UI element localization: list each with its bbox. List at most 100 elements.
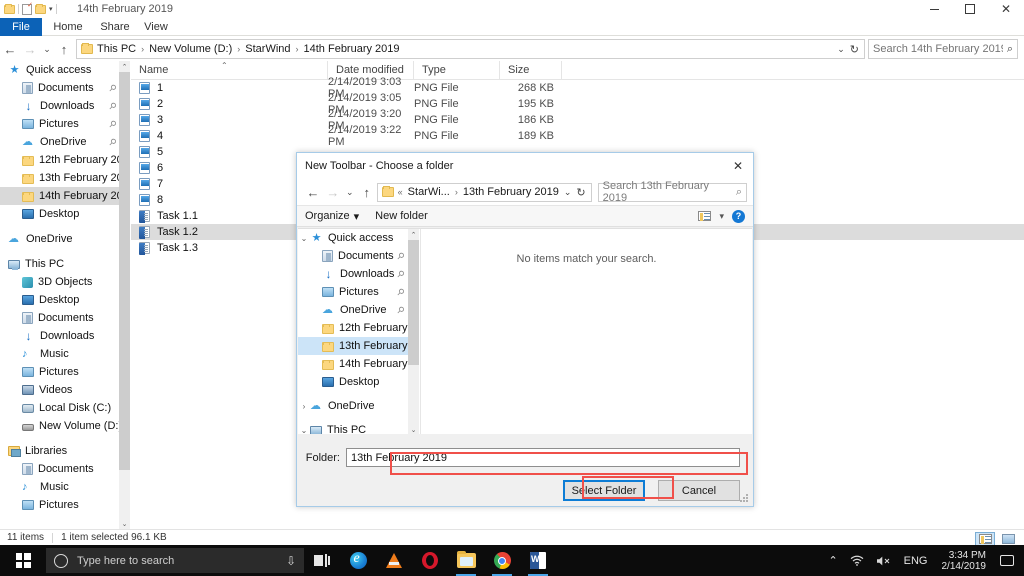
- help-icon[interactable]: ?: [732, 209, 745, 223]
- dialog-address-bar[interactable]: « StarWi... › 13th February 2019 ⌄ ↻: [376, 182, 592, 202]
- select-folder-button[interactable]: Select Folder: [563, 480, 645, 501]
- organize-button[interactable]: Organize ▾: [305, 210, 375, 223]
- dialog-recent-button[interactable]: ⌄: [343, 181, 357, 203]
- scrollbar-thumb[interactable]: [408, 240, 419, 365]
- scroll-up-icon[interactable]: ⌃: [119, 61, 130, 72]
- sidebar-item-downloads[interactable]: ↓ Downloads ⚲: [0, 97, 130, 115]
- scroll-down-icon[interactable]: ⌄: [119, 518, 130, 529]
- folder-icon[interactable]: [4, 3, 15, 14]
- column-header-name[interactable]: Name: [131, 60, 328, 80]
- resize-grip[interactable]: [740, 494, 749, 503]
- dialog-tree-item-desktop[interactable]: Desktop: [298, 373, 408, 391]
- dialog-address-dropdown-icon[interactable]: ⌄: [559, 187, 577, 198]
- breadcrumb-new-volume[interactable]: New Volume (D:): [149, 43, 232, 55]
- dialog-search-box[interactable]: Search 13th February 2019 ⌕: [597, 180, 747, 204]
- tab-file[interactable]: File: [0, 18, 42, 36]
- pin-icon[interactable]: ⚲: [106, 136, 119, 148]
- sidebar-item-downloads[interactable]: ↓ Downloads: [0, 327, 130, 345]
- sidebar-item-libraries[interactable]: Libraries: [0, 442, 130, 460]
- column-header-size[interactable]: Size: [500, 60, 562, 80]
- breadcrumb-overflow-icon[interactable]: «: [398, 187, 408, 197]
- dialog-refresh-icon[interactable]: ↻: [576, 186, 588, 199]
- forward-button[interactable]: →: [20, 38, 40, 60]
- chevron-down-icon[interactable]: ⌄: [298, 234, 310, 243]
- edge-button[interactable]: [340, 545, 376, 576]
- search-icon[interactable]: ⌕: [1007, 43, 1013, 56]
- microphone-icon[interactable]: ⇩: [286, 554, 296, 568]
- up-button[interactable]: ↑: [54, 38, 74, 60]
- sidebar-item-14th-february-2019[interactable]: 14th February 2019: [0, 187, 130, 205]
- chevron-down-icon[interactable]: ▾: [719, 211, 724, 222]
- language-indicator[interactable]: ENG: [898, 555, 934, 567]
- address-bar[interactable]: This PC › New Volume (D:) › StarWind › 1…: [76, 39, 865, 59]
- refresh-icon[interactable]: ↻: [850, 43, 862, 56]
- dialog-breadcrumb-current[interactable]: 13th February 2019: [463, 186, 559, 198]
- file-explorer-button[interactable]: [448, 545, 484, 576]
- maximize-button[interactable]: [952, 0, 988, 18]
- dialog-tree-item-onedrive[interactable]: › ☁ OneDrive: [298, 397, 408, 415]
- column-header-type[interactable]: Type: [414, 60, 500, 80]
- pin-icon[interactable]: ⚲: [106, 118, 119, 130]
- sidebar-item-13th-february-2019[interactable]: 13th February 2019: [0, 169, 130, 187]
- scroll-up-icon[interactable]: ⌃: [408, 229, 419, 240]
- sidebar-item-3d-objects[interactable]: 3D Objects: [0, 273, 130, 291]
- dialog-tree-item-downloads[interactable]: ↓ Downloads ⚲: [298, 265, 408, 283]
- clock[interactable]: 3:34 PM 2/14/2019: [934, 550, 995, 572]
- dialog-tree-item-onedrive[interactable]: ☁ OneDrive ⚲: [298, 301, 408, 319]
- dialog-forward-button[interactable]: →: [323, 181, 343, 203]
- pin-icon[interactable]: ⚲: [106, 100, 119, 112]
- pin-icon[interactable]: ⚲: [394, 304, 407, 316]
- dialog-breadcrumb-starwind[interactable]: StarWi...: [408, 186, 450, 198]
- sidebar-item-pictures[interactable]: Pictures: [0, 363, 130, 381]
- chevron-down-icon[interactable]: ▾: [49, 6, 53, 13]
- sidebar-item-12th-february-2019[interactable]: 12th February 2019: [0, 151, 130, 169]
- dialog-up-button[interactable]: ↑: [357, 181, 377, 203]
- dialog-tree-item-pictures[interactable]: Pictures ⚲: [298, 283, 408, 301]
- back-button[interactable]: ←: [0, 38, 20, 60]
- breadcrumb-this-pc[interactable]: This PC: [97, 43, 136, 55]
- sidebar-item-documents[interactable]: Documents ⚲: [0, 79, 130, 97]
- dialog-tree-item-12th-february-20[interactable]: 12th February 20: [298, 319, 408, 337]
- table-row[interactable]: 4 2/14/2019 3:22 PM PNG File 189 KB: [131, 124, 1024, 148]
- sidebar-item-local-disk-c[interactable]: Local Disk (C:): [0, 399, 130, 417]
- sidebar-item-documents[interactable]: Documents: [0, 460, 130, 478]
- sidebar-item-onedrive[interactable]: ☁ OneDrive: [0, 230, 130, 248]
- wifi-icon[interactable]: [844, 555, 870, 566]
- pin-icon[interactable]: ⚲: [394, 250, 407, 262]
- pin-icon[interactable]: ⚲: [394, 286, 407, 298]
- tray-expand-button[interactable]: ⌃: [822, 554, 843, 567]
- sidebar-item-videos[interactable]: Videos: [0, 381, 130, 399]
- sidebar-item-new-volume-d[interactable]: New Volume (D:): [0, 417, 130, 435]
- sidebar-item-documents[interactable]: Documents: [0, 309, 130, 327]
- sidebar-item-onedrive[interactable]: ☁ OneDrive ⚲: [0, 133, 130, 151]
- dialog-close-button[interactable]: ✕: [723, 154, 753, 178]
- new-folder-button[interactable]: New folder: [375, 210, 444, 222]
- dialog-back-button[interactable]: ←: [303, 181, 323, 203]
- table-row[interactable]: 3 2/14/2019 3:20 PM PNG File 186 KB: [131, 108, 1024, 132]
- details-view-button[interactable]: [975, 532, 995, 546]
- new-folder-icon[interactable]: [35, 3, 46, 14]
- sidebar-item-pictures[interactable]: Pictures: [0, 496, 130, 514]
- chrome-button[interactable]: [484, 545, 520, 576]
- search-input[interactable]: [873, 43, 1003, 55]
- pin-icon[interactable]: ⚲: [106, 82, 119, 94]
- start-button[interactable]: [0, 545, 46, 576]
- tab-share[interactable]: Share: [94, 18, 136, 36]
- address-dropdown-icon[interactable]: ⌄: [832, 44, 850, 55]
- dialog-tree-item-14th-february-20[interactable]: 14th February 20: [298, 355, 408, 373]
- dialog-content-pane[interactable]: No items match your search.: [420, 229, 752, 435]
- dialog-tree-item-documents[interactable]: Documents ⚲: [298, 247, 408, 265]
- table-row[interactable]: 1 2/14/2019 3:03 PM PNG File 268 KB: [131, 76, 1024, 100]
- sidebar-item-quick-access[interactable]: ★ Quick access: [0, 61, 130, 79]
- breadcrumb-current[interactable]: 14th February 2019: [304, 43, 400, 55]
- dialog-tree-item-this-pc[interactable]: ⌄ This PC: [298, 421, 408, 435]
- table-row[interactable]: 2 2/14/2019 3:05 PM PNG File 195 KB: [131, 92, 1024, 116]
- nav-pane-scrollbar[interactable]: ⌃ ⌄: [119, 61, 130, 529]
- folder-name-input[interactable]: 13th February 2019: [346, 448, 740, 467]
- tab-view[interactable]: View: [138, 18, 174, 36]
- search-icon[interactable]: ⌕: [736, 186, 742, 199]
- change-view-icon[interactable]: [698, 211, 712, 221]
- opera-button[interactable]: [412, 545, 448, 576]
- tab-home[interactable]: Home: [48, 18, 88, 36]
- thumbnails-view-button[interactable]: [998, 532, 1018, 546]
